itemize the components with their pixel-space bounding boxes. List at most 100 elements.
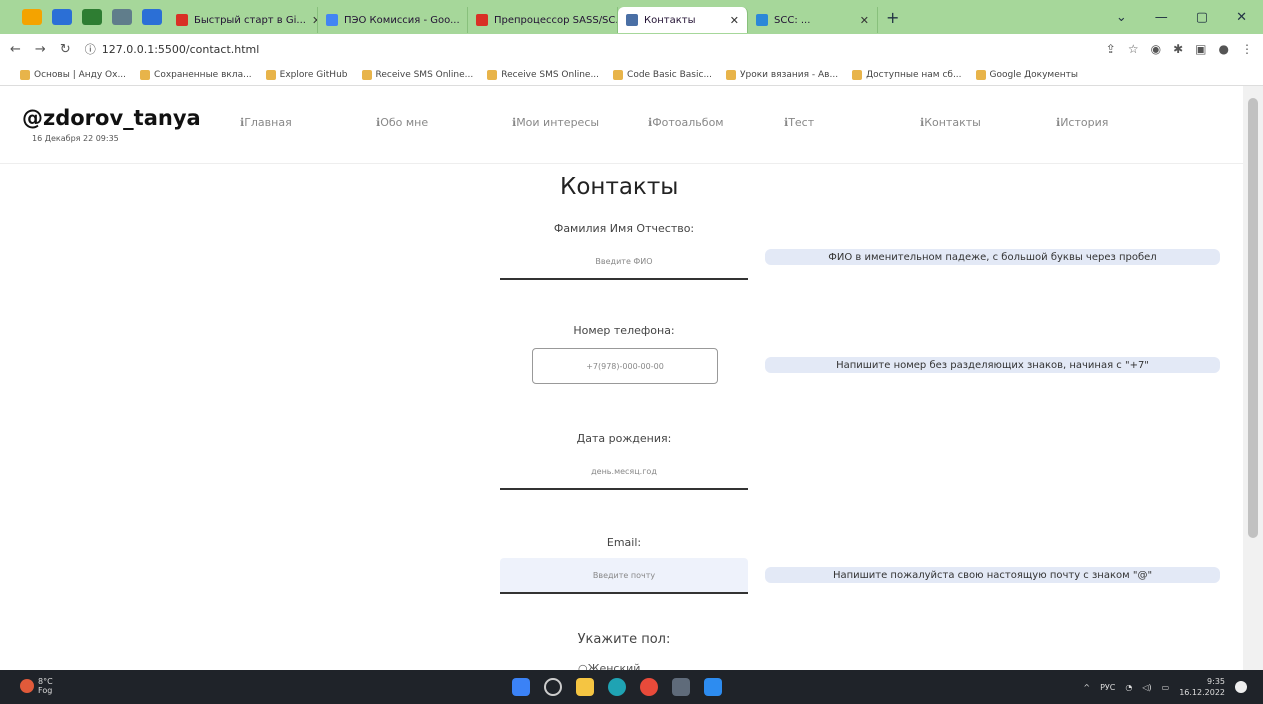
bookmark-favicon-icon xyxy=(975,69,986,80)
extension-icon[interactable] xyxy=(22,9,42,25)
puzzle-icon[interactable]: ✱ xyxy=(1173,42,1183,56)
start-icon[interactable] xyxy=(512,678,530,696)
vscode-icon[interactable] xyxy=(704,678,722,696)
file-explorer-icon[interactable] xyxy=(576,678,594,696)
browser-tab[interactable]: Быстрый старт в Gi...✕ xyxy=(168,7,318,33)
store-icon[interactable] xyxy=(672,678,690,696)
bookmark-favicon-icon xyxy=(265,69,276,80)
scrollbar-thumb[interactable] xyxy=(1248,98,1258,538)
bookmark-item[interactable]: Основы | Андy Ox... xyxy=(20,69,126,80)
bookmarks-bar: Основы | Андy Ox... Сохраненные вкла... Ex… xyxy=(0,64,1263,86)
bookmark-item[interactable]: Explore GitHub xyxy=(265,69,348,80)
browser-tab[interactable]: Контакты ✕ xyxy=(618,7,748,33)
fio-input[interactable]: Введите ФИО xyxy=(500,244,748,280)
menu-icon[interactable]: ⋮ xyxy=(1241,42,1253,56)
bookmark-favicon-icon xyxy=(140,69,151,80)
browser-tab[interactable]: ПЭО Комиссия - Goo...✕ xyxy=(318,7,468,33)
email-hint: Напишите пожалуйста свою настоящую почту… xyxy=(765,567,1220,583)
clock[interactable]: 9:35 16.12.2022 xyxy=(1179,676,1225,698)
extension-icon[interactable] xyxy=(82,9,102,25)
clock-date: 16.12.2022 xyxy=(1179,688,1225,697)
tab-close-icon[interactable]: ✕ xyxy=(860,14,869,27)
notification-icon[interactable] xyxy=(1235,681,1247,693)
bookmark-favicon-icon xyxy=(361,69,372,80)
share-icon[interactable]: ⇪ xyxy=(1106,42,1116,56)
battery-icon[interactable]: ▭ xyxy=(1162,683,1170,692)
nav-label: Фотоальбом xyxy=(652,116,724,129)
nav-item[interactable]: ℹТест xyxy=(784,116,920,129)
bookmark-item[interactable]: Receive SMS Online... xyxy=(487,69,600,80)
email-label: Email: xyxy=(606,536,642,549)
email-input[interactable]: Введите почту xyxy=(500,558,748,594)
radio-icon[interactable]: ○ xyxy=(578,662,588,670)
wifi-icon[interactable]: ◔ xyxy=(1125,683,1132,692)
bookmark-item[interactable]: Receive SMS Online... xyxy=(361,69,473,80)
gender-option-female[interactable]: ○Женский xyxy=(578,662,640,670)
nav-item[interactable]: ℹОбо мне xyxy=(376,116,512,129)
bookmark-item[interactable]: Google Документы xyxy=(975,69,1078,80)
extension-icon[interactable]: ◉ xyxy=(1151,42,1161,56)
bookmark-favicon-icon xyxy=(613,69,624,80)
nav-label: Тест xyxy=(788,116,815,129)
bookmark-item[interactable]: Уроки вязания - Ав... xyxy=(726,69,838,80)
tab-label: Контакты xyxy=(644,14,696,26)
reload-icon[interactable]: ↻ xyxy=(60,42,71,57)
bookmark-favicon-icon xyxy=(20,69,30,80)
bookmark-item[interactable]: Code Basic Basic... xyxy=(613,69,712,80)
tab-close-icon[interactable]: ✕ xyxy=(730,14,739,27)
system-tray: ^ РУС ◔ ◁) ▭ 9:35 16.12.2022 xyxy=(1083,676,1247,698)
back-icon[interactable]: ← xyxy=(10,42,21,57)
tab-search-icon[interactable]: ⌄ xyxy=(1116,10,1127,25)
new-tab-icon[interactable]: + xyxy=(886,8,899,27)
edge-icon[interactable] xyxy=(608,678,626,696)
sidebar-icon[interactable]: ▣ xyxy=(1195,42,1206,56)
nav-label: Контакты xyxy=(924,116,981,129)
nav-item[interactable]: ℹГлавная xyxy=(240,116,376,129)
info-icon[interactable]: ⓘ xyxy=(85,41,96,57)
extension-icon[interactable] xyxy=(52,9,72,25)
nav-item[interactable]: ℹИстория xyxy=(1056,116,1192,129)
browser-tab-bar: Быстрый старт в Gi...✕ПЭО Комиссия - Goo… xyxy=(0,0,1263,34)
tab-favicon-icon xyxy=(756,14,768,26)
site-menu: ℹГлавная ℹОбо мне ℹМои интересы ℹФотоальбом… xyxy=(240,116,1192,129)
browser-tab[interactable]: Препроцессор SASS/SC...✕ xyxy=(468,7,618,33)
browser-tab[interactable]: SCC: ... ✕ xyxy=(748,7,878,33)
bookmark-item[interactable]: Доступные нам сб... xyxy=(852,69,962,80)
url-field[interactable]: ⓘ 127.0.0.1:5500/contact.html xyxy=(85,41,260,57)
bookmark-item[interactable]: Сохраненные вкла... xyxy=(140,69,252,80)
web-page: @zdorov_tanya 16 Декабря 22 09:35 ℹГлавн… xyxy=(0,86,1243,670)
fio-label: Фамилия Имя Отчество: xyxy=(553,222,695,235)
url-text: 127.0.0.1:5500/contact.html xyxy=(101,42,260,56)
page-title: Контакты xyxy=(560,174,679,200)
gender-option-label: Женский xyxy=(587,662,641,670)
maximize-icon[interactable]: ▢ xyxy=(1196,10,1208,25)
extension-icon[interactable] xyxy=(142,9,162,25)
fio-hint: ФИО в именительном падеже, с большой бук… xyxy=(765,249,1220,265)
profile-icon[interactable]: ● xyxy=(1219,42,1229,56)
bookmark-favicon-icon xyxy=(726,69,737,80)
phone-hint: Напишите номер без разделяющих знаков, н… xyxy=(765,357,1220,373)
forward-icon[interactable]: → xyxy=(35,42,46,57)
page-scrollbar[interactable] xyxy=(1243,86,1263,670)
weather-widget[interactable]: 8°C Fog xyxy=(20,677,53,695)
nav-item[interactable]: ℹКонтакты xyxy=(920,116,1056,129)
chrome-icon[interactable] xyxy=(640,678,658,696)
bookmark-label: Receive SMS Online... xyxy=(501,69,600,80)
birth-input[interactable]: день.месяц.год xyxy=(500,454,748,490)
nav-label: История xyxy=(1060,116,1109,129)
language-indicator[interactable]: РУС xyxy=(1100,683,1115,692)
nav-item[interactable]: ℹФотоальбом xyxy=(648,116,784,129)
tab-favicon-icon xyxy=(626,14,638,26)
tray-chevron-icon[interactable]: ^ xyxy=(1083,683,1090,692)
site-brand[interactable]: @zdorov_tanya xyxy=(22,106,201,130)
tab-favicon-icon xyxy=(476,14,488,26)
volume-icon[interactable]: ◁) xyxy=(1142,683,1151,692)
close-icon[interactable]: ✕ xyxy=(1236,10,1247,25)
star-icon[interactable]: ☆ xyxy=(1128,42,1139,56)
tab-label: ПЭО Комиссия - Goo... xyxy=(344,14,460,26)
phone-input[interactable]: +7(978)-000-00-00 xyxy=(532,348,718,384)
nav-item[interactable]: ℹМои интересы xyxy=(512,116,648,129)
search-icon[interactable] xyxy=(544,678,562,696)
extension-icon[interactable] xyxy=(112,9,132,25)
minimize-icon[interactable]: — xyxy=(1155,10,1168,25)
